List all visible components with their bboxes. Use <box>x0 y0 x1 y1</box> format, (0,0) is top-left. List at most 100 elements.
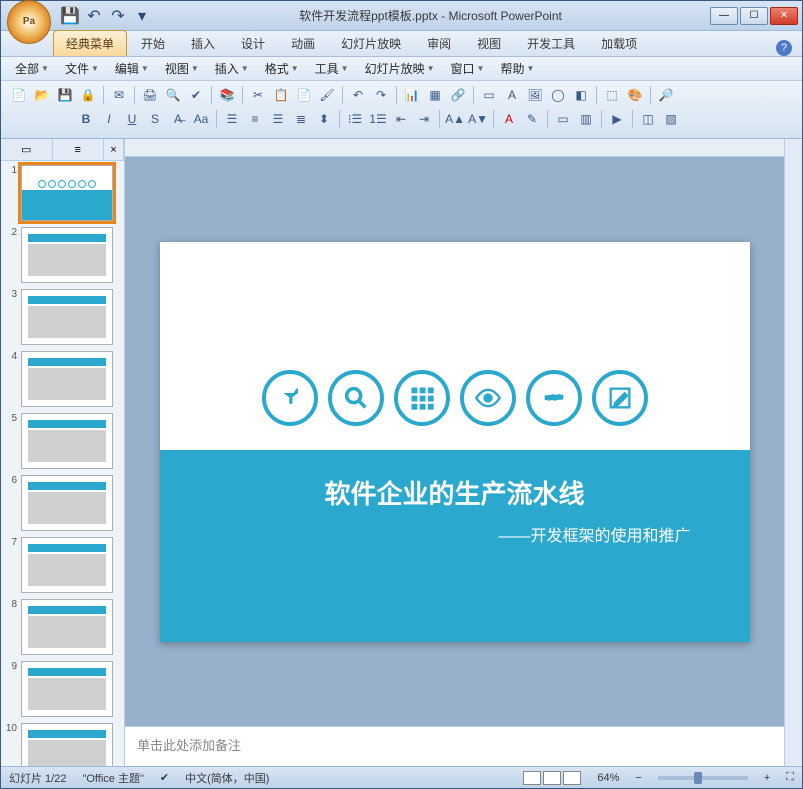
tab-slideshow[interactable]: 幻灯片放映 <box>329 31 413 56</box>
menu-format[interactable]: 格式▼ <box>259 58 305 79</box>
tab-animation[interactable]: 动画 <box>279 31 327 56</box>
thumbnail-slide[interactable] <box>21 227 113 283</box>
thumbnail-row[interactable]: 1 <box>5 165 120 221</box>
thumbnail-row[interactable]: 5 <box>5 413 120 469</box>
outline-tab-slides[interactable]: ▭ <box>1 139 53 160</box>
tab-design[interactable]: 设计 <box>229 31 277 56</box>
research-icon[interactable]: 📚 <box>217 85 237 105</box>
menu-insert[interactable]: 插入▼ <box>209 58 255 79</box>
wordart-icon[interactable]: A <box>502 85 522 105</box>
paste-icon[interactable]: 📄 <box>294 85 314 105</box>
qat-dropdown-icon[interactable]: ▾ <box>133 7 151 25</box>
distribute-icon[interactable]: ⬍ <box>314 109 334 129</box>
align-right-icon[interactable]: ☰ <box>268 109 288 129</box>
font-size-icon[interactable]: Aa <box>191 109 211 129</box>
thumbnail-slide[interactable] <box>21 661 113 717</box>
cut-icon[interactable]: ✂ <box>248 85 268 105</box>
thumbnail-row[interactable]: 6 <box>5 475 120 531</box>
normal-view-button[interactable] <box>523 771 541 785</box>
thumbnail-row[interactable]: 2 <box>5 227 120 283</box>
numbering-icon[interactable]: 1☰ <box>368 109 388 129</box>
minimize-button[interactable]: — <box>710 7 738 25</box>
tab-classic-menu[interactable]: 经典菜单 <box>53 30 127 56</box>
thumbnail-row[interactable]: 9 <box>5 661 120 717</box>
zoom-slider[interactable] <box>658 776 748 780</box>
textbox-icon[interactable]: ▭ <box>479 85 499 105</box>
sorter-view-button[interactable] <box>543 771 561 785</box>
thumbnail-row[interactable]: 8 <box>5 599 120 655</box>
slide-canvas[interactable]: 软件企业的生产流水线 ——开发框架的使用和推广 <box>160 242 750 642</box>
smartart-icon[interactable]: ◧ <box>571 85 591 105</box>
new-icon[interactable]: 📄 <box>9 85 29 105</box>
open-icon[interactable]: 📂 <box>32 85 52 105</box>
shadow-icon[interactable]: S <box>145 109 165 129</box>
outline-tab-outline[interactable]: ≡ <box>53 139 105 160</box>
thumbnail-slide[interactable] <box>21 413 113 469</box>
menu-slideshow[interactable]: 幻灯片放映▼ <box>359 58 441 79</box>
menu-file[interactable]: 文件▼ <box>59 58 105 79</box>
arrange-icon[interactable]: ⬚ <box>602 85 622 105</box>
new-slide-icon[interactable]: ▭ <box>553 109 573 129</box>
copy-icon[interactable]: 📋 <box>271 85 291 105</box>
status-spellcheck-icon[interactable]: ✔ <box>160 771 169 784</box>
table-icon[interactable]: ▦ <box>425 85 445 105</box>
font-color-icon[interactable]: A <box>499 109 519 129</box>
undo-icon[interactable]: ↶ <box>348 85 368 105</box>
tab-insert[interactable]: 插入 <box>179 31 227 56</box>
permission-icon[interactable]: 🔒 <box>78 85 98 105</box>
underline-icon[interactable]: U <box>122 109 142 129</box>
tab-addins[interactable]: 加载项 <box>589 31 649 56</box>
hyperlink-icon[interactable]: 🔗 <box>448 85 468 105</box>
undo-icon[interactable]: ↶ <box>85 7 103 25</box>
find-icon[interactable]: 🔎 <box>656 85 676 105</box>
maximize-button[interactable]: ☐ <box>740 7 768 25</box>
highlight-icon[interactable]: ✎ <box>522 109 542 129</box>
zoom-in-button[interactable]: + <box>764 772 770 784</box>
help-icon[interactable]: ? <box>776 40 792 56</box>
menu-help[interactable]: 帮助▼ <box>494 58 540 79</box>
font-grow-icon[interactable]: A▲ <box>445 109 465 129</box>
background-icon[interactable]: ▨ <box>661 109 681 129</box>
spell-icon[interactable]: ✔ <box>186 85 206 105</box>
thumbnail-row[interactable]: 10 <box>5 723 120 766</box>
font-shrink-icon[interactable]: A▼ <box>468 109 488 129</box>
menu-window[interactable]: 窗口▼ <box>445 58 491 79</box>
email-icon[interactable]: ✉ <box>109 85 129 105</box>
outline-close-button[interactable]: × <box>104 139 124 160</box>
redo-icon[interactable]: ↷ <box>371 85 391 105</box>
menu-edit[interactable]: 编辑▼ <box>109 58 155 79</box>
tab-home[interactable]: 开始 <box>129 31 177 56</box>
zoom-level[interactable]: 64% <box>597 772 619 784</box>
thumbnail-row[interactable]: 3 <box>5 289 120 345</box>
save-icon[interactable]: 💾 <box>61 7 79 25</box>
redo-icon[interactable]: ↷ <box>109 7 127 25</box>
thumbnail-slide[interactable] <box>21 289 113 345</box>
layout-icon[interactable]: ▥ <box>576 109 596 129</box>
thumbnail-slide[interactable] <box>21 475 113 531</box>
thumbnail-row[interactable]: 7 <box>5 537 120 593</box>
slideshow-view-button[interactable] <box>563 771 581 785</box>
vertical-scrollbar[interactable] <box>784 139 802 766</box>
justify-icon[interactable]: ≣ <box>291 109 311 129</box>
bold-icon[interactable]: B <box>76 109 96 129</box>
bullets-icon[interactable]: ⁝☰ <box>345 109 365 129</box>
menu-all[interactable]: 全部▼ <box>9 58 55 79</box>
design-icon[interactable]: ◫ <box>638 109 658 129</box>
align-left-icon[interactable]: ☰ <box>222 109 242 129</box>
slide-subtitle[interactable]: ——开发框架的使用和推广 <box>498 522 690 546</box>
thumbnail-list[interactable]: 1 2 3 4 5 6 7 8 9 10 <box>1 161 124 766</box>
indent-inc-icon[interactable]: ⇥ <box>414 109 434 129</box>
office-button[interactable]: Pa <box>7 0 51 44</box>
zoom-out-button[interactable]: − <box>635 772 641 784</box>
thumbnail-row[interactable]: 4 <box>5 351 120 407</box>
fit-window-button[interactable]: ⛶ <box>786 771 794 784</box>
align-center-icon[interactable]: ≡ <box>245 109 265 129</box>
format-painter-icon[interactable]: 🖌 <box>317 85 337 105</box>
thumbnail-slide[interactable] <box>21 537 113 593</box>
save-icon[interactable]: 💾 <box>55 85 75 105</box>
thumbnail-slide[interactable] <box>21 599 113 655</box>
shapes-icon[interactable]: ◯ <box>548 85 568 105</box>
tab-view[interactable]: 视图 <box>465 31 513 56</box>
slideshow-icon[interactable]: ▶ <box>607 109 627 129</box>
slide-canvas-area[interactable]: 软件企业的生产流水线 ——开发框架的使用和推广 <box>125 157 784 726</box>
